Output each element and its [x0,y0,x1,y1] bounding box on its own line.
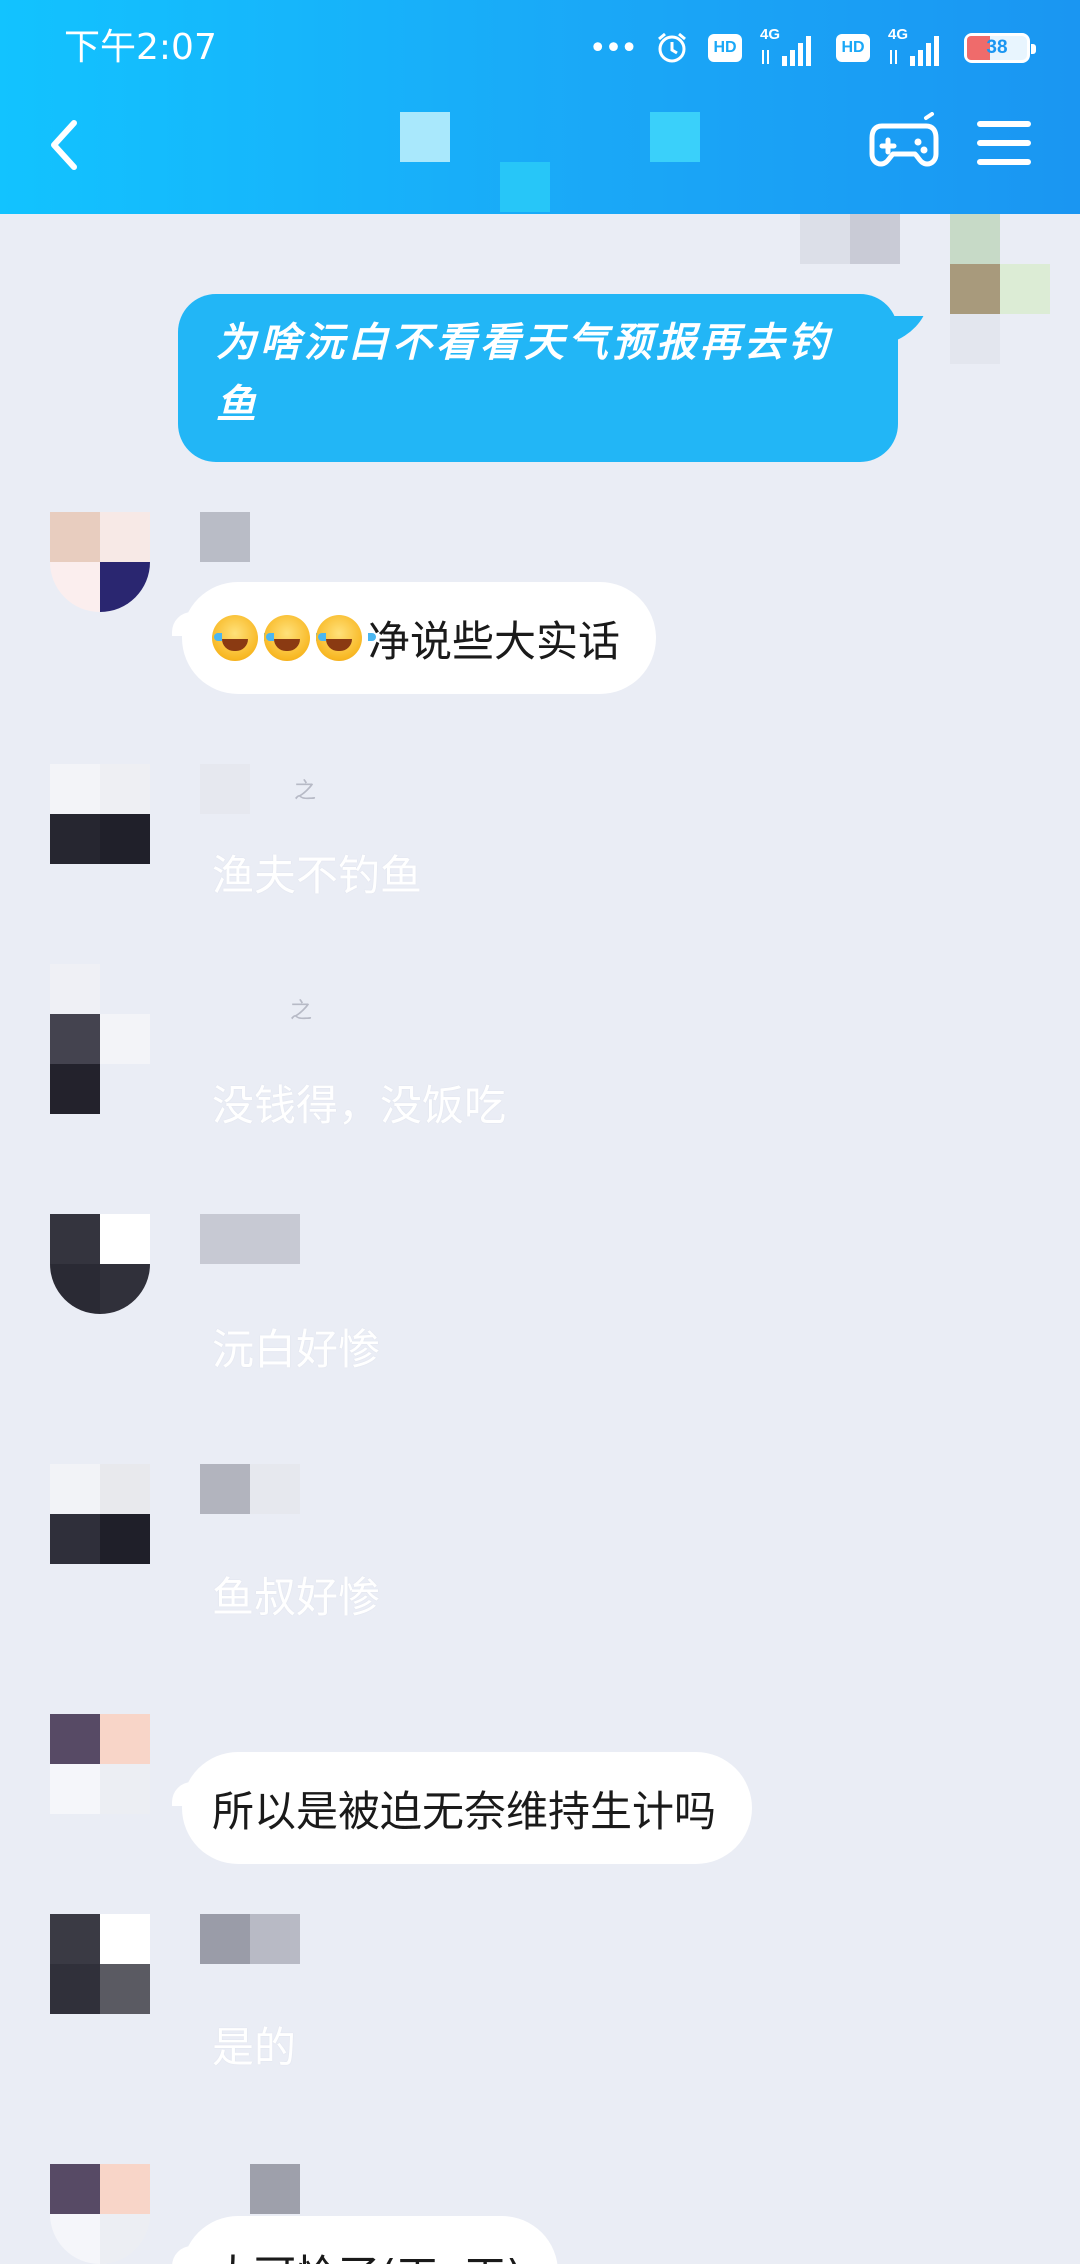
message-text-faint[interactable]: 渔夫不钓鱼 [212,842,422,903]
status-time: 下午2:07 [64,27,217,68]
chat-header: 下午2:07 ••• HD 4G HD 4G 38 [0,0,1080,214]
message-text-faint[interactable]: 没钱得，没饭吃 [212,1072,506,1133]
status-bar: 下午2:07 ••• HD 4G HD 4G 38 [0,0,1080,96]
battery-level: 38 [986,37,1008,58]
battery-icon: 38 [964,33,1036,63]
sender-name-pixelated [200,1464,300,1514]
outgoing-message-bubble[interactable]: 为啥沅白不看看天气预报再去钓鱼 [178,294,898,462]
message-text-faint[interactable]: 是的 [212,2014,296,2075]
hd-badge: HD [708,34,742,62]
avatar[interactable] [50,2164,150,2264]
back-button[interactable] [36,110,92,180]
menu-button[interactable] [976,118,1032,168]
tears-of-joy-emoji [316,615,376,661]
sender-name-suffix: 之 [294,779,317,804]
gamepad-icon [869,112,939,167]
alarm-icon [654,30,690,66]
avatar[interactable] [50,1714,150,1814]
sender-name-pixelated [200,1914,300,1964]
sender-name-pixelated [200,1214,300,1264]
message-bubble[interactable]: 太可怜了(ㄒoㄒ) [171,2216,559,2264]
status-icons: ••• HD 4G HD 4G 38 [588,26,1036,68]
avatar[interactable] [50,764,150,864]
sender-name-suffix: 之 [290,999,313,1024]
signal-icon-1: 4G [760,26,818,68]
avatar[interactable] [50,1914,150,2014]
message-text-faint[interactable]: 鱼叔好惨 [212,1564,380,1625]
message-bubble[interactable]: 所以是被迫无奈维持生计吗 [171,1752,753,1864]
chat-title-pixelated [400,112,700,212]
pixelated-block [800,214,900,264]
avatar[interactable] [50,1464,150,1564]
sender-name-pixelated [200,2164,300,2214]
chevron-left-icon [51,120,77,170]
message-bubble[interactable]: 净说些大实话 [171,582,657,694]
tears-of-joy-emoji [264,615,324,661]
sender-name-pixelated [200,512,250,562]
message-text: 太可怜了(ㄒoㄒ) [212,2242,522,2264]
signal-icon-2: 4G [888,26,946,68]
game-button[interactable] [868,112,940,172]
sender-name-pixelated: 之 [200,984,312,1034]
message-text: 净说些大实话 [368,616,621,666]
my-avatar[interactable] [950,214,1050,364]
sender-name-pixelated: 之 [200,764,316,814]
tears-of-joy-emoji [212,615,272,661]
avatar[interactable] [50,512,150,612]
message-text-faint[interactable]: 沅白好惨 [212,1316,380,1377]
message-text: 所以是被迫无奈维持生计吗 [212,1786,717,1836]
avatar[interactable] [50,964,150,1114]
hamburger-menu-icon [977,121,1031,165]
more-dots-icon: ••• [588,30,638,66]
hd-badge-2: HD [836,34,870,62]
avatar[interactable] [50,1214,150,1314]
